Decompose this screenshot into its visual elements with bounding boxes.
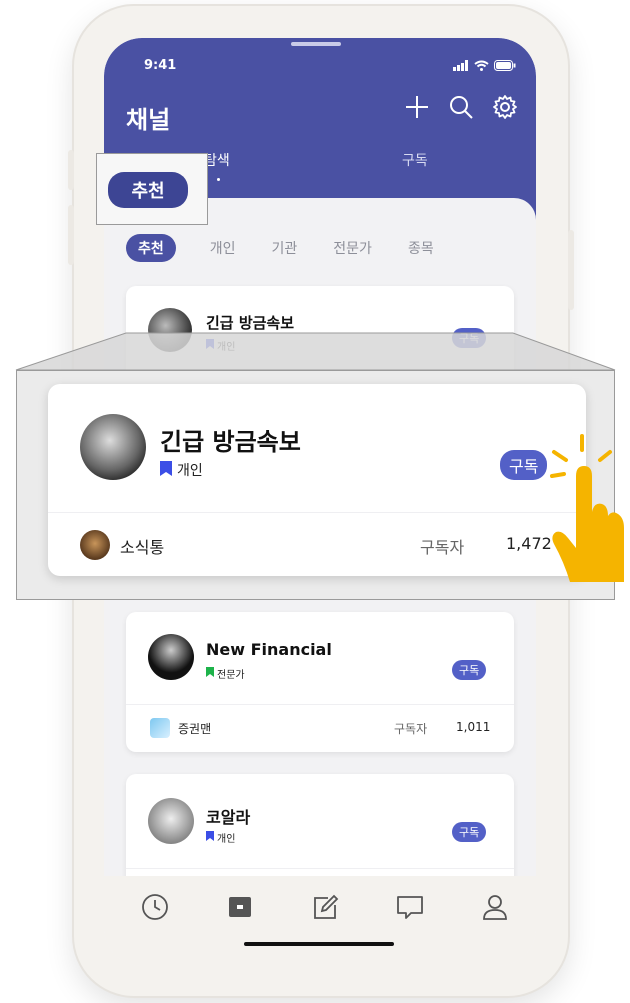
subscribers-count: 1,472 — [506, 534, 552, 553]
bookmark-icon — [206, 339, 214, 352]
gear-icon[interactable] — [492, 94, 518, 124]
owner-name: 증권맨 — [178, 722, 212, 736]
phone-side-button — [568, 230, 574, 310]
phone-side-button — [68, 205, 74, 265]
page-title: 채널 — [126, 106, 171, 134]
subscribe-button[interactable]: 구독 — [452, 660, 487, 680]
clock-icon[interactable] — [140, 892, 170, 926]
subscribers-label: 구독자 — [420, 538, 465, 557]
subscribers-label: 구독자 — [394, 722, 428, 736]
channel-tag: 개인 — [206, 830, 235, 845]
channel-title: 긴급 방금속보 — [206, 314, 295, 332]
chip-stock[interactable]: 종목 — [408, 238, 434, 258]
bookmark-icon — [206, 667, 214, 680]
add-icon[interactable] — [404, 94, 430, 124]
card-divider — [126, 704, 514, 705]
active-tab-dot — [217, 178, 220, 181]
bookmark-icon — [160, 460, 172, 480]
channel-card[interactable]: New Financial 전문가 구독 증권맨 구독자 1,011 — [126, 612, 514, 752]
subscribers-count: 1,011 — [456, 720, 491, 734]
edit-icon[interactable] — [310, 892, 340, 926]
channel-avatar — [148, 308, 192, 352]
search-icon[interactable] — [448, 94, 474, 124]
header-actions — [404, 94, 518, 124]
subscribe-button[interactable]: 구독 — [452, 328, 487, 348]
zoomed-channel-card[interactable]: 긴급 방금속보 개인 구독 소식통 구독자 1,472 — [48, 384, 586, 576]
bookmark-icon — [206, 831, 214, 844]
channel-tag: 전문가 — [206, 666, 245, 681]
channel-tag: 개인 — [160, 460, 203, 480]
channel-avatar — [148, 798, 194, 844]
profile-icon[interactable] — [480, 892, 510, 926]
chip-personal[interactable]: 개인 — [210, 238, 236, 258]
nav-icons — [140, 892, 510, 926]
card-divider — [48, 512, 586, 513]
card-divider — [126, 868, 514, 869]
filter-chips: 추천 개인 기관 전문가 종목 — [126, 234, 434, 262]
channel-icon[interactable] — [225, 892, 255, 926]
tab-subscribed[interactable]: 구독 — [402, 150, 428, 170]
chat-icon[interactable] — [395, 892, 425, 926]
notch-indicator — [291, 42, 341, 46]
chip-expert[interactable]: 전문가 — [333, 238, 372, 258]
home-indicator — [244, 942, 394, 946]
channel-avatar — [148, 634, 194, 680]
channel-tag: 개인 — [206, 338, 235, 353]
status-icons — [453, 56, 516, 75]
channel-title: 긴급 방금속보 — [160, 428, 301, 456]
owner-name: 소식통 — [120, 538, 165, 557]
channel-title: New Financial — [206, 640, 332, 659]
wifi-icon — [474, 56, 489, 75]
battery-icon — [494, 56, 516, 75]
bottom-navigation — [104, 876, 536, 966]
chip-recommended[interactable]: 추천 — [126, 234, 176, 262]
tap-hand-icon — [550, 434, 624, 582]
signal-icon — [453, 56, 469, 75]
owner-avatar — [150, 718, 170, 738]
phone-side-button — [68, 150, 74, 190]
subscribe-button[interactable]: 구독 — [500, 450, 548, 480]
owner-avatar — [80, 530, 110, 560]
status-time: 9:41 — [144, 58, 177, 73]
subscribe-button[interactable]: 구독 — [452, 822, 487, 842]
callout-chip-recommended: 추천 — [108, 172, 188, 208]
channel-title: 코알라 — [206, 808, 251, 827]
chip-institution[interactable]: 기관 — [272, 238, 298, 258]
channel-avatar — [80, 414, 146, 480]
